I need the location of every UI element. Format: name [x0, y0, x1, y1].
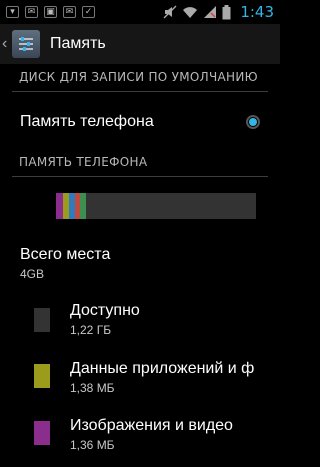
- color-swatch: [34, 308, 50, 332]
- storage-settings-screen: ▾ ✉ ▣ ✉ ✓ 1:43 ‹ Память ДИСК ДЛЯ ЗАПИСИ …: [0, 0, 280, 467]
- mute-icon: [163, 5, 177, 19]
- clock: 1:43: [240, 3, 274, 21]
- radio-option-phone-memory[interactable]: Память телефона: [0, 100, 280, 144]
- item-title: Данные приложений и ф: [70, 360, 255, 377]
- mail-icon: ✉: [63, 6, 76, 18]
- notification-icon: ▾: [6, 6, 19, 18]
- usage-segment-images: [56, 193, 63, 219]
- sliders-icon: [19, 37, 33, 51]
- storage-usage-bar: [56, 193, 256, 219]
- status-bar-system: 1:43: [163, 3, 274, 21]
- color-swatch: [34, 364, 50, 388]
- item-value: 1,22 ГБ: [70, 323, 112, 337]
- item-value: 1,36 МБ: [70, 438, 115, 452]
- storage-item-app-data[interactable]: Данные приложений и ф 1,38 МБ: [0, 354, 280, 410]
- section-header-phone-memory: ПАМЯТЬ ТЕЛЕФОНА: [19, 155, 148, 169]
- storage-item-available[interactable]: Доступно 1,22 ГБ: [0, 296, 280, 352]
- storage-item-images-video[interactable]: Изображения и видео 1,36 МБ: [0, 411, 280, 467]
- radio-button[interactable]: [246, 115, 260, 129]
- item-value: 1,38 МБ: [70, 381, 115, 395]
- item-title: Доступно: [70, 302, 140, 319]
- section-divider: [12, 176, 268, 177]
- settings-app-icon[interactable]: [12, 30, 40, 58]
- section-divider: [12, 91, 268, 92]
- usage-segment-misc: [80, 193, 86, 219]
- page-title: Память: [50, 35, 106, 52]
- item-title: Изображения и видео: [70, 417, 233, 434]
- status-bar-notifications: ▾ ✉ ▣ ✉ ✓: [6, 6, 95, 18]
- radio-option-label: Память телефона: [20, 113, 154, 130]
- tasks-icon: ✓: [82, 6, 95, 18]
- signal-icon: [204, 6, 217, 18]
- total-space-value: 4GB: [20, 267, 45, 281]
- battery-icon: [222, 4, 231, 19]
- back-chevron-icon[interactable]: ‹: [2, 35, 10, 53]
- action-bar: ‹ Память: [0, 24, 280, 64]
- section-header-default-disk: ДИСК ДЛЯ ЗАПИСИ ПО УМОЛЧАНИЮ: [19, 70, 258, 84]
- wifi-icon: [183, 7, 198, 18]
- status-bar: ▾ ✉ ▣ ✉ ✓ 1:43: [0, 0, 280, 24]
- radio-selected-dot: [249, 118, 257, 126]
- color-swatch: [34, 421, 50, 445]
- image-icon: ▣: [44, 6, 57, 18]
- talk-icon: ✉: [25, 6, 38, 18]
- total-space-title: Всего места: [20, 246, 111, 263]
